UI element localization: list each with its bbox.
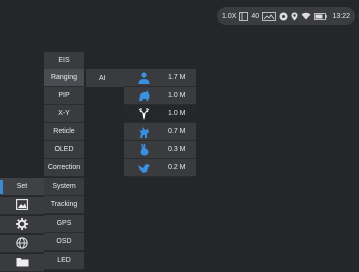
menu-item-tracking[interactable]: Tracking: [44, 196, 84, 214]
tab-network[interactable]: [0, 235, 44, 253]
range-option-bird[interactable]: 0.2 M: [124, 159, 196, 177]
range-option-wolf[interactable]: 0.7 M: [124, 123, 196, 141]
deer-icon: [124, 105, 164, 123]
clock-time: 13:22: [332, 12, 350, 20]
boar-icon: [124, 87, 164, 105]
wolf-icon: [124, 123, 164, 141]
menu-item-osd[interactable]: OSD: [44, 233, 84, 251]
tab-set[interactable]: Set: [0, 178, 44, 196]
folder-icon: [16, 257, 29, 269]
level-icon: [239, 11, 249, 21]
wifi-icon: [301, 12, 311, 20]
range-distance: 1.0 M: [168, 110, 186, 117]
range-option-deer[interactable]: 1.0 M: [124, 105, 196, 123]
menu-item-pip[interactable]: PIP: [44, 87, 84, 105]
tab-settings[interactable]: [0, 216, 44, 234]
gear-icon: [16, 217, 28, 232]
range-option-rabbit[interactable]: 0.3 M: [124, 141, 196, 159]
menu-item-led[interactable]: LED: [44, 252, 84, 270]
battery-icon: [314, 12, 327, 20]
image-icon: [16, 199, 28, 212]
active-tab-indicator: [0, 180, 3, 194]
ai-ranging-label[interactable]: AI: [86, 69, 124, 87]
range-distance: 0.7 M: [168, 128, 186, 135]
menu-item-correction[interactable]: Correction: [44, 159, 84, 177]
menu-item-oled[interactable]: OLED: [44, 141, 84, 159]
bird-icon: [124, 159, 164, 177]
range-distance: 0.2 M: [168, 164, 186, 171]
tab-image[interactable]: [0, 197, 44, 215]
globe-icon: [16, 236, 28, 251]
location-icon: [291, 12, 298, 21]
zoom-level: 1.0X: [222, 12, 237, 20]
range-option-person[interactable]: 1.7 M: [124, 69, 196, 87]
status-bar: 1.0X 40 13:22: [217, 7, 355, 25]
range-option-boar[interactable]: 1.0 M: [124, 87, 196, 105]
menu-item-system[interactable]: System: [44, 178, 84, 196]
menu-item-gps[interactable]: GPS: [44, 215, 84, 233]
tab-files[interactable]: [0, 254, 44, 272]
rabbit-icon: [124, 141, 164, 159]
wifi-hotspot-icon: [279, 12, 288, 21]
range-distance: 1.7 M: [168, 74, 186, 81]
menu-item-ranging[interactable]: Ranging: [44, 69, 84, 87]
range-distance: 1.0 M: [168, 92, 186, 99]
range-distance: 0.3 M: [168, 146, 186, 153]
image-mode-icon: [262, 11, 277, 21]
menu-item-eis[interactable]: EIS: [44, 52, 84, 70]
menu-item-reticle[interactable]: Reticle: [44, 123, 84, 141]
level-value: 40: [251, 12, 260, 20]
person-icon: [124, 69, 164, 87]
menu-item-x-y[interactable]: X-Y: [44, 105, 84, 123]
